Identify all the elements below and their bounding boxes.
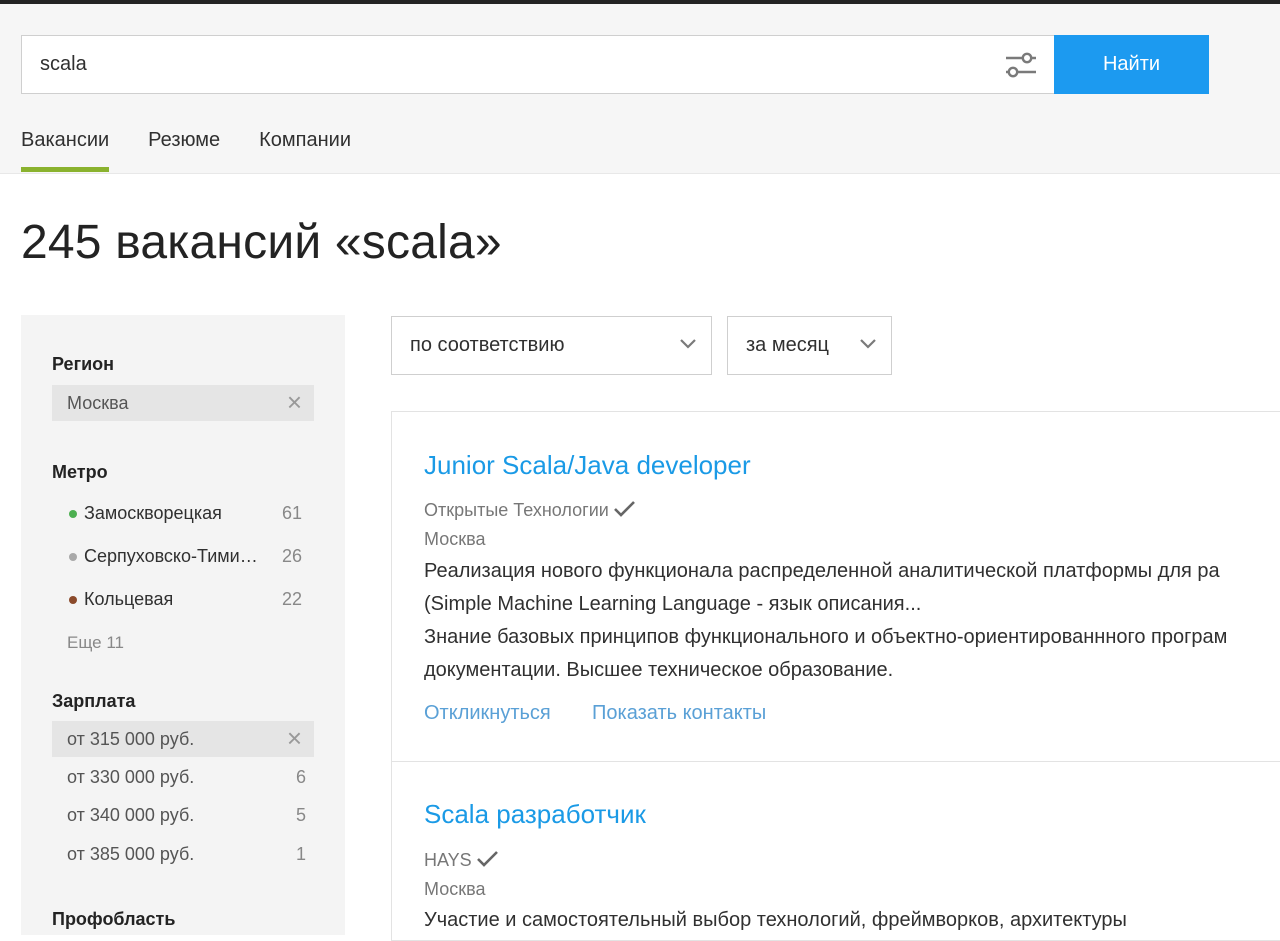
vacancy-snippet-line: Реализация нового функционала распределе… bbox=[424, 560, 1220, 582]
search-input[interactable] bbox=[22, 36, 982, 93]
vacancy-snippet-line: (Simple Machine Learning Language - язык… bbox=[424, 593, 922, 615]
metro-line-dot-icon bbox=[69, 553, 77, 561]
salary-option-label: от 340 000 руб. bbox=[67, 805, 195, 825]
region-title: Регион bbox=[52, 354, 114, 374]
salary-option[interactable]: от 385 000 руб. 1 bbox=[52, 838, 314, 870]
metro-count: 61 bbox=[281, 503, 302, 523]
profarea-title: Профобласть bbox=[52, 909, 176, 929]
salary-option-count: 6 bbox=[295, 767, 306, 787]
vacancy-city: Москва bbox=[424, 879, 486, 899]
metro-item[interactable]: Серпуховско-Тимирязевская 26 bbox=[67, 542, 319, 572]
sort-order-select[interactable]: по соответствию bbox=[391, 316, 712, 375]
tab-vacancies[interactable]: Вакансии bbox=[21, 112, 110, 172]
tab-resumes[interactable]: Резюме bbox=[148, 112, 220, 172]
chevron-down-icon bbox=[680, 339, 696, 349]
vacancy-snippet-line: документации. Высшее техническое образов… bbox=[424, 659, 894, 681]
salary-chip-label: от 315 000 руб. bbox=[67, 729, 195, 749]
salary-option-count: 5 bbox=[295, 805, 306, 825]
respond-button[interactable]: Откликнуться bbox=[424, 702, 551, 725]
company-name: Открытые Технологии bbox=[424, 500, 609, 520]
vacancy-snippet-line: Знание базовых принципов функционального… bbox=[424, 626, 1228, 648]
vacancy-card: Junior Scala/Java developer Открытые Тех… bbox=[391, 411, 1280, 762]
company-name: HAYS bbox=[424, 850, 472, 870]
salary-option-label: от 330 000 руб. bbox=[67, 767, 195, 787]
metro-more-link[interactable]: Еще 11 bbox=[67, 633, 124, 653]
vacancy-card: Scala разработчик HAYS Москва Участие и … bbox=[391, 761, 1280, 941]
close-icon[interactable]: × bbox=[287, 721, 302, 755]
metro-name: Кольцевая bbox=[84, 589, 174, 609]
metro-name: Серпуховско-Тимирязевская bbox=[84, 546, 264, 566]
sort-order-value: по соответствию bbox=[410, 334, 565, 356]
metro-title: Метро bbox=[52, 462, 108, 482]
salary-option[interactable]: от 330 000 руб. 6 bbox=[52, 761, 314, 793]
search-box bbox=[21, 35, 1055, 94]
salary-option[interactable]: от 340 000 руб. 5 bbox=[52, 799, 314, 831]
search-tabs: Вакансии Резюме Компании bbox=[21, 112, 390, 172]
salary-option-label: от 385 000 руб. bbox=[67, 844, 195, 864]
sort-period-select[interactable]: за месяц bbox=[727, 316, 892, 375]
metro-count: 26 bbox=[281, 546, 302, 566]
verified-check-icon bbox=[613, 501, 635, 517]
region-chip-label: Москва bbox=[67, 393, 129, 413]
vacancy-title-link[interactable]: Scala разработчик bbox=[424, 799, 646, 830]
metro-item[interactable]: Кольцевая 22 bbox=[67, 585, 319, 615]
metro-item[interactable]: Замоскворецкая 61 bbox=[67, 499, 319, 529]
metro-line-dot-icon bbox=[69, 596, 77, 604]
company-link[interactable]: Открытые Технологии bbox=[424, 500, 637, 521]
region-chip[interactable]: Москва × bbox=[52, 385, 314, 421]
show-contacts-button[interactable]: Показать контакты bbox=[592, 702, 766, 725]
metro-count: 22 bbox=[281, 589, 302, 609]
company-link[interactable]: HAYS bbox=[424, 850, 500, 871]
tab-companies[interactable]: Компании bbox=[259, 112, 351, 172]
close-icon[interactable]: × bbox=[287, 385, 302, 419]
chevron-down-icon bbox=[860, 339, 876, 349]
filters-sidebar: Регион Москва × Метро Замоскворецкая 61 … bbox=[21, 315, 345, 935]
metro-name: Замоскворецкая bbox=[84, 503, 222, 523]
metro-line-dot-icon bbox=[69, 510, 77, 518]
filter-settings-icon[interactable] bbox=[1002, 50, 1042, 80]
salary-chip[interactable]: от 315 000 руб. × bbox=[52, 721, 314, 757]
search-button[interactable]: Найти bbox=[1054, 35, 1209, 94]
salary-option-count: 1 bbox=[295, 844, 306, 864]
vacancy-city: Москва bbox=[424, 529, 486, 549]
page-title: 245 вакансий «scala» bbox=[21, 216, 502, 269]
salary-title: Зарплата bbox=[52, 691, 136, 711]
sort-period-value: за месяц bbox=[746, 334, 830, 356]
verified-check-icon bbox=[476, 851, 498, 867]
vacancy-title-link[interactable]: Junior Scala/Java developer bbox=[424, 450, 751, 481]
